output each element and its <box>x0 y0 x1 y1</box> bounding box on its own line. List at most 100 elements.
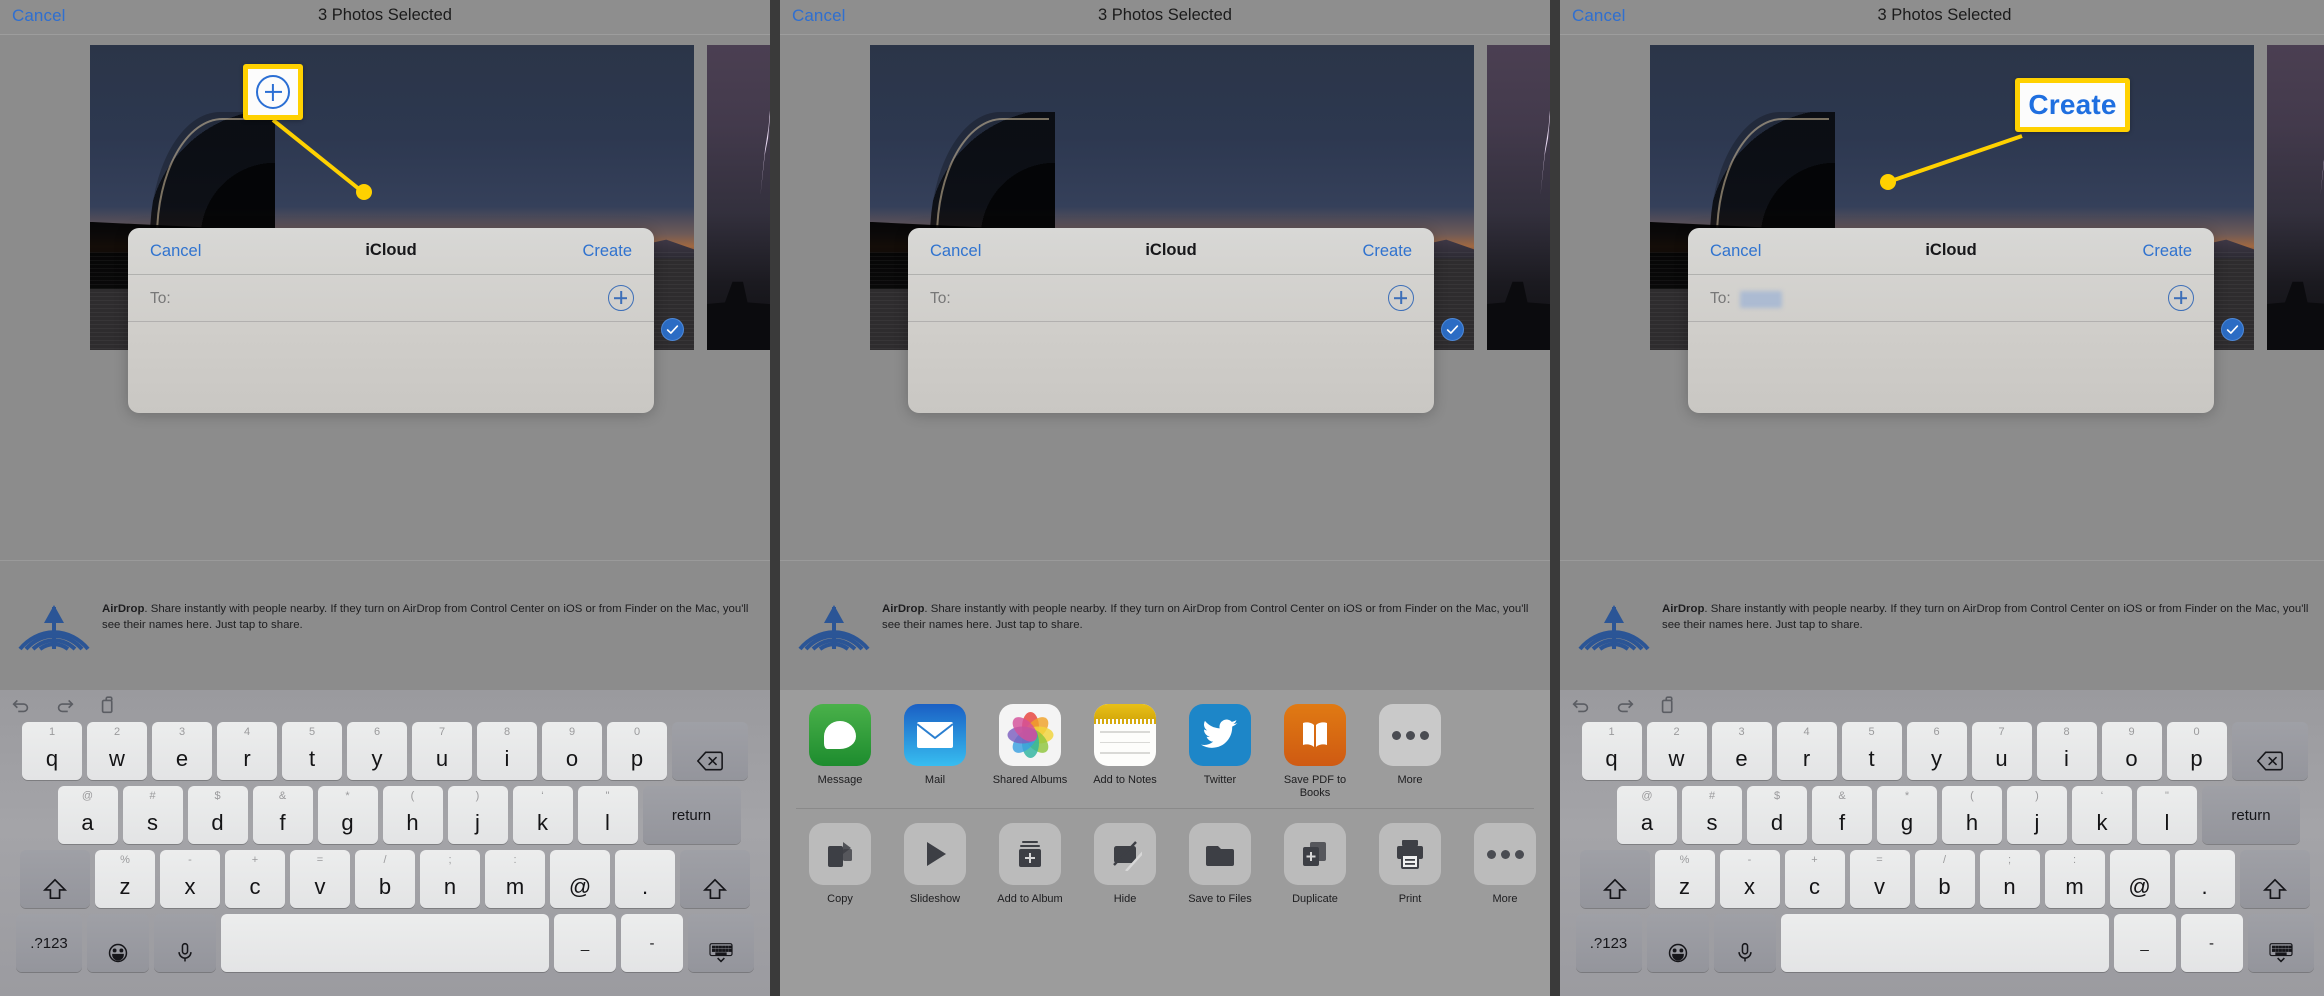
share-app-add-to-notes[interactable]: Add to Notes <box>1083 704 1167 800</box>
key-i[interactable]: 8i <box>477 722 537 780</box>
dismiss-keyboard-key[interactable] <box>2247 914 2314 972</box>
share-action-slideshow[interactable]: Slideshow <box>893 823 977 906</box>
photo-selected-check[interactable] <box>2221 318 2244 341</box>
key-t[interactable]: 5t <box>282 722 342 780</box>
plus-circle-icon[interactable] <box>608 285 634 311</box>
key-v[interactable]: = v <box>1849 850 1910 908</box>
delete-key[interactable] <box>2231 722 2308 780</box>
share-app-shared-albums[interactable]: Shared Albums <box>988 704 1072 800</box>
key-y[interactable]: 6y <box>347 722 407 780</box>
redo-icon[interactable] <box>54 694 76 716</box>
key-y[interactable]: 6y <box>1906 722 1967 780</box>
key-o[interactable]: 9o <box>2101 722 2162 780</box>
key-f[interactable]: & f <box>252 786 313 844</box>
key-r[interactable]: 4r <box>217 722 277 780</box>
key-@[interactable]: @ <box>550 850 610 908</box>
key-z[interactable]: % z <box>1654 850 1715 908</box>
numbers-key[interactable]: .?123 <box>16 914 82 972</box>
photo-thumbnail-lightning[interactable] <box>707 45 770 350</box>
return-key[interactable]: return <box>642 786 741 844</box>
key-e[interactable]: 3e <box>1711 722 1772 780</box>
microphone-key[interactable] <box>154 914 216 972</box>
key-l[interactable]: " l <box>2137 786 2197 844</box>
key-x[interactable]: -x <box>1719 850 1780 908</box>
share-app-save-pdf-to-books[interactable]: Save PDF to Books <box>1273 704 1357 800</box>
key-v[interactable]: = v <box>290 850 350 908</box>
key-f[interactable]: & f <box>1812 786 1872 844</box>
shift-key-left[interactable] <box>20 850 90 908</box>
key-g[interactable]: * g <box>317 786 378 844</box>
undo-icon[interactable] <box>1570 694 1592 716</box>
key-o[interactable]: 9o <box>542 722 602 780</box>
icloud-create-button[interactable]: Create <box>1362 242 1412 261</box>
photo-selected-check[interactable] <box>661 318 684 341</box>
key-q[interactable]: 1q <box>22 722 82 780</box>
key-r[interactable]: 4r <box>1776 722 1837 780</box>
key-e[interactable]: 3e <box>152 722 212 780</box>
key-g[interactable]: * g <box>1877 786 1937 844</box>
shift-key-right[interactable] <box>680 850 750 908</box>
key-m[interactable]: :m <box>2044 850 2105 908</box>
delete-key[interactable] <box>672 722 748 780</box>
key-u[interactable]: 7u <box>1971 722 2032 780</box>
key-h[interactable]: (h <box>1942 786 2002 844</box>
key-p[interactable]: 0p <box>607 722 667 780</box>
key--[interactable]: - <box>2180 914 2243 972</box>
key-i[interactable]: 8i <box>2036 722 2097 780</box>
key-j[interactable]: ) j <box>2007 786 2067 844</box>
dismiss-keyboard-key[interactable] <box>688 914 754 972</box>
key-q[interactable]: 1q <box>1581 722 1642 780</box>
return-key[interactable]: return <box>2202 786 2300 844</box>
plus-circle-icon[interactable] <box>1388 285 1414 311</box>
numbers-key[interactable]: .?123 <box>1575 914 1642 972</box>
key-w[interactable]: 2w <box>87 722 147 780</box>
photo-thumbnail-lightning[interactable] <box>1487 45 1550 350</box>
key-n[interactable]: ; n <box>1979 850 2040 908</box>
key-d[interactable]: $ d <box>187 786 248 844</box>
share-action-save-to-files[interactable]: Save to Files <box>1178 823 1262 906</box>
emoji-key[interactable] <box>1646 914 1709 972</box>
key-b[interactable]: / b <box>1914 850 1975 908</box>
key-l[interactable]: " l <box>577 786 638 844</box>
microphone-key[interactable] <box>1713 914 1776 972</box>
key-w[interactable]: 2w <box>1646 722 1707 780</box>
redo-icon[interactable] <box>1614 694 1636 716</box>
key-j[interactable]: ) j <box>447 786 508 844</box>
icloud-create-button[interactable]: Create <box>582 242 632 261</box>
share-action-add-to-album[interactable]: Add to Album <box>988 823 1072 906</box>
share-app-message[interactable]: Message <box>798 704 882 800</box>
shift-key-right[interactable] <box>2239 850 2310 908</box>
share-action-duplicate[interactable]: Duplicate <box>1273 823 1357 906</box>
emoji-key[interactable] <box>87 914 149 972</box>
plus-circle-icon[interactable] <box>2168 285 2194 311</box>
key-a[interactable]: @ a <box>57 786 118 844</box>
key-t[interactable]: 5t <box>1841 722 1902 780</box>
share-app-more[interactable]: More <box>1368 704 1452 800</box>
share-action-print[interactable]: Print <box>1368 823 1452 906</box>
icloud-create-button[interactable]: Create <box>2142 242 2192 261</box>
key-u[interactable]: 7u <box>412 722 472 780</box>
key--[interactable]: - <box>621 914 683 972</box>
share-app-twitter[interactable]: Twitter <box>1178 704 1262 800</box>
key-@[interactable]: @ <box>2109 850 2170 908</box>
key-a[interactable]: @ a <box>1617 786 1677 844</box>
key-.[interactable]: . <box>615 850 675 908</box>
key-s[interactable]: # s <box>122 786 183 844</box>
key-c[interactable]: + c <box>1784 850 1845 908</box>
shift-key-left[interactable] <box>1579 850 1650 908</box>
key-z[interactable]: % z <box>95 850 155 908</box>
share-app-mail[interactable]: Mail <box>893 704 977 800</box>
key-space[interactable] <box>221 914 549 972</box>
paste-icon[interactable] <box>98 694 120 716</box>
share-action-copy[interactable]: Copy <box>798 823 882 906</box>
key-h[interactable]: (h <box>382 786 443 844</box>
photo-selected-check[interactable] <box>1441 318 1464 341</box>
key-b[interactable]: / b <box>355 850 415 908</box>
key-s[interactable]: # s <box>1682 786 1742 844</box>
key-m[interactable]: :m <box>485 850 545 908</box>
key-.[interactable]: . <box>2174 850 2235 908</box>
key-d[interactable]: $ d <box>1747 786 1807 844</box>
key-p[interactable]: 0p <box>2166 722 2227 780</box>
key-space[interactable] <box>1780 914 2109 972</box>
key-x[interactable]: -x <box>160 850 220 908</box>
